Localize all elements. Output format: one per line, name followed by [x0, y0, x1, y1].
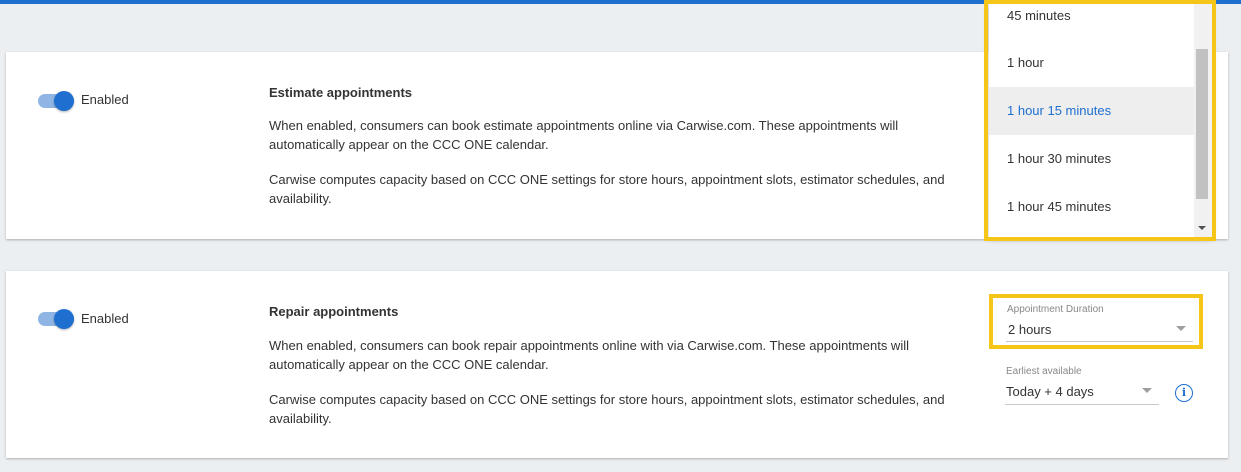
dropdown-highlight-box	[984, 0, 1216, 241]
toggle-knob	[54, 91, 74, 111]
earliest-available-label: Earliest available	[1006, 366, 1082, 377]
estimate-toggle-label: Enabled	[81, 92, 129, 107]
repair-capacity-note: Carwise computes capacity based on CCC O…	[269, 392, 945, 426]
info-icon[interactable]: i	[1175, 384, 1193, 402]
estimate-capacity-note: Carwise computes capacity based on CCC O…	[269, 172, 945, 206]
estimate-section-title: Estimate appointments	[269, 85, 413, 100]
estimate-description: When enabled, consumers can book estimat…	[269, 118, 899, 152]
repair-description: When enabled, consumers can book repair …	[269, 338, 909, 372]
toggle-knob	[54, 309, 74, 329]
field-underline	[1005, 404, 1159, 405]
repair-toggle-label: Enabled	[81, 311, 129, 326]
estimate-enabled-toggle[interactable]	[38, 91, 76, 111]
duration-highlight-box	[989, 294, 1203, 349]
chevron-down-icon	[1142, 388, 1152, 393]
repair-section-title: Repair appointments	[269, 304, 399, 319]
earliest-available-value: Today + 4 days	[1006, 384, 1094, 399]
repair-enabled-toggle[interactable]	[38, 309, 76, 329]
